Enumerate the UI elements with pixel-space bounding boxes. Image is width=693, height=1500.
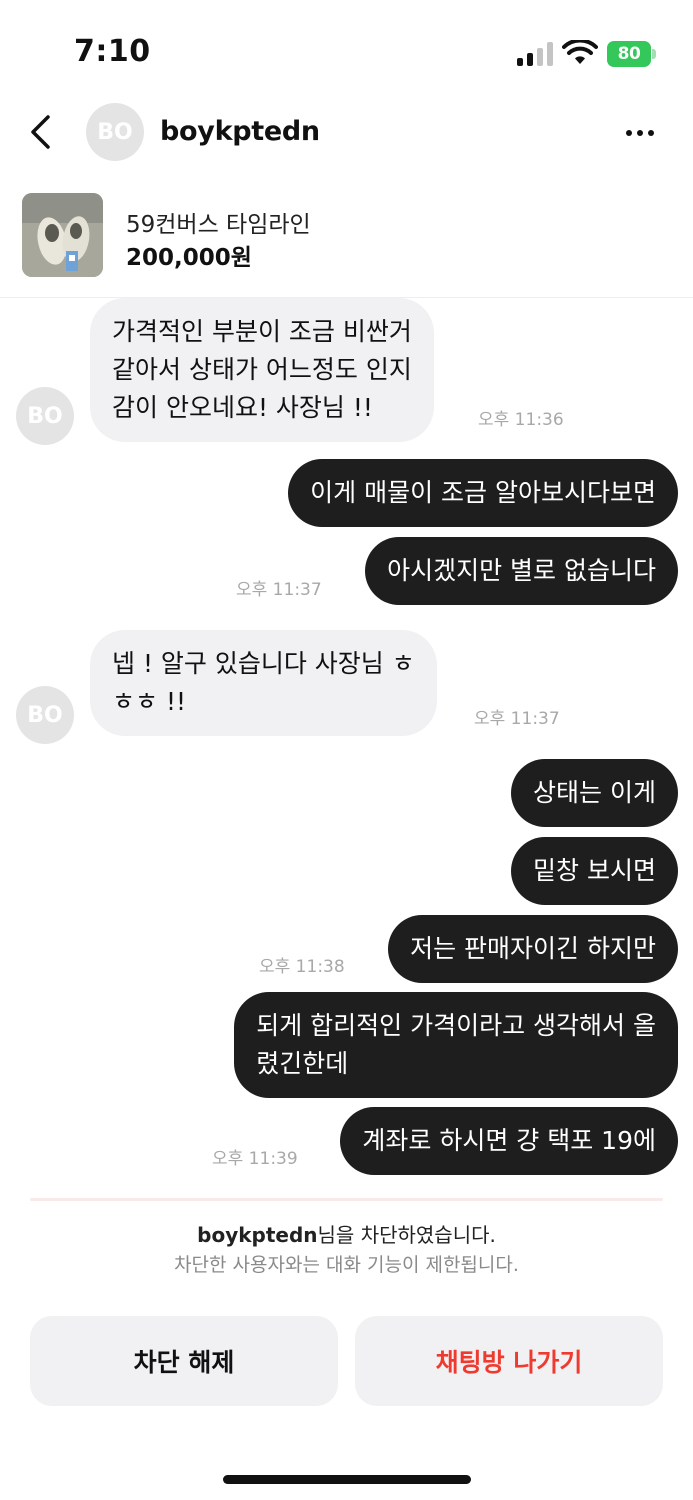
product-bar[interactable]: 59컨버스 타임라인 200,000원 — [0, 178, 693, 298]
blocked-notice: boykptedn님을 차단하였습니다. 차단한 사용자와는 대화 기능이 제한… — [0, 1220, 693, 1280]
blocked-notice-sub: 차단한 사용자와는 대화 기능이 제한됩니다. — [174, 1254, 519, 1276]
more-options-button[interactable] — [620, 116, 660, 150]
message-time: 오후 11:37 — [236, 580, 322, 600]
message-line: 가격적인 부분이 조금 비싼거 — [112, 317, 412, 346]
message-line: 감이 안오네요! 사장님 !! — [112, 393, 373, 422]
message-bubble-outgoing[interactable]: 밑창 보시면 — [511, 837, 678, 905]
message-line: 되게 합리적인 가격이라고 생각해서 올 — [256, 1011, 656, 1040]
status-time: 7:10 — [74, 34, 151, 69]
battery-tip — [652, 49, 656, 59]
message-line: 밑창 보시면 — [533, 856, 656, 885]
message-bubble-outgoing[interactable]: 저는 판매자이긴 하지만 — [388, 915, 678, 983]
wifi-icon — [562, 40, 598, 64]
message-bubble-outgoing[interactable]: 이게 매물이 조금 알아보시다보면 — [288, 459, 678, 527]
chat-partner-name[interactable]: boykptedn — [160, 116, 320, 147]
status-bar: 7:10 80 — [0, 0, 693, 100]
message-line: 상태는 이게 — [533, 778, 656, 807]
message-time: 오후 11:36 — [478, 410, 564, 430]
message-bubble-incoming[interactable]: 넵 ! 알구 있습니다 사장님 ㅎ ㅎㅎ !! — [90, 630, 437, 736]
unblock-button[interactable]: 차단 해제 — [30, 1316, 338, 1406]
message-bubble-outgoing[interactable]: 계좌로 하시면 걍 택포 19에 — [340, 1107, 678, 1175]
avatar[interactable]: BO — [16, 686, 74, 744]
blocked-notice-suffix: 님을 차단하였습니다. — [317, 1223, 496, 1247]
message-line: 넵 ! 알구 있습니다 사장님 ㅎ — [112, 649, 415, 678]
message-line: 렸긴한데 — [256, 1049, 349, 1078]
more-icon — [626, 130, 632, 136]
battery-icon: 80 — [607, 41, 651, 67]
cellular-signal-icon — [517, 42, 553, 66]
blocked-username: boykptedn — [197, 1223, 318, 1247]
product-thumbnail — [22, 193, 103, 277]
back-button[interactable] — [22, 112, 58, 152]
product-name: 59컨버스 타임라인 — [126, 212, 311, 238]
message-bubble-outgoing[interactable]: 상태는 이게 — [511, 759, 678, 827]
message-line: 같아서 상태가 어느정도 인지 — [112, 355, 412, 384]
leave-chat-button[interactable]: 채팅방 나가기 — [355, 1316, 663, 1406]
blocked-notice-main: boykptedn님을 차단하였습니다. — [0, 1220, 693, 1250]
message-time: 오후 11:37 — [474, 709, 560, 729]
message-time: 오후 11:38 — [259, 957, 345, 977]
message-line: 저는 판매자이긴 하지만 — [410, 934, 656, 963]
message-bubble-outgoing[interactable]: 되게 합리적인 가격이라고 생각해서 올 렸긴한데 — [234, 992, 678, 1098]
message-line: 이게 매물이 조금 알아보시다보면 — [310, 478, 656, 507]
avatar[interactable]: BO — [86, 103, 144, 161]
battery-level: 80 — [617, 44, 641, 64]
message-time: 오후 11:39 — [212, 1149, 298, 1169]
avatar[interactable]: BO — [16, 387, 74, 445]
home-indicator[interactable] — [223, 1475, 471, 1484]
message-bubble-incoming[interactable]: 가격적인 부분이 조금 비싼거 같아서 상태가 어느정도 인지 감이 안오네요!… — [90, 298, 434, 442]
chevron-left-icon — [31, 115, 50, 149]
message-bubble-outgoing[interactable]: 아시겠지만 별로 없습니다 — [365, 537, 678, 605]
message-line: 아시겠지만 별로 없습니다 — [387, 556, 656, 585]
message-line: ㅎㅎ !! — [112, 687, 186, 716]
message-line: 계좌로 하시면 걍 택포 19에 — [362, 1126, 656, 1155]
notice-divider — [30, 1198, 663, 1201]
message-list[interactable]: BO 가격적인 부분이 조금 비싼거 같아서 상태가 어느정도 인지 감이 안오… — [0, 298, 693, 1198]
chat-header: BO boykptedn — [0, 98, 693, 168]
product-price: 200,000원 — [126, 245, 252, 271]
